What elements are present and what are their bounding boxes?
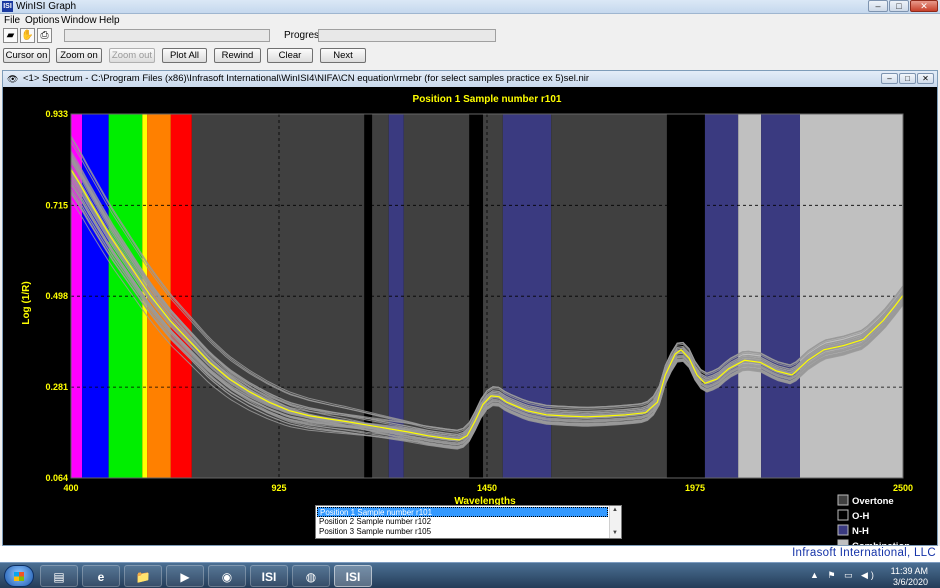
- isi-graph-icon-glyph: ISI: [345, 570, 361, 584]
- isi-app-icon-glyph: ISI: [261, 570, 277, 584]
- zoom-on-button[interactable]: Zoom on: [56, 48, 102, 63]
- spectrum-minimize-button[interactable]: –: [881, 73, 898, 84]
- y-axis-label: Log (1/R): [21, 281, 32, 324]
- legend-label: O-H: [852, 511, 870, 522]
- legend-swatch: [837, 494, 849, 506]
- system-tray: ▲ ⚑ ▭ ◀) 11:39 AM 3/6/2020: [810, 563, 940, 588]
- menu-bar: File Options Window Help: [0, 14, 940, 27]
- progress-bar: [318, 29, 496, 42]
- isi-graph-icon[interactable]: ISI: [334, 565, 372, 587]
- y-tick-label: 0.498: [45, 291, 68, 301]
- y-tick-label: 0.281: [45, 382, 68, 392]
- start-button[interactable]: [4, 565, 34, 587]
- legend-label: Combination: [852, 541, 910, 545]
- clear-button[interactable]: Clear: [267, 48, 313, 63]
- internet-explorer-icon[interactable]: e: [82, 565, 120, 587]
- spectrum-close-button[interactable]: ✕: [917, 73, 934, 84]
- scroll-up-icon[interactable]: ▲: [612, 507, 618, 513]
- y-tick-label: 0.933: [45, 109, 68, 119]
- spectrum-window: 👁 <1> Spectrum - C:\Program Files (x86)\…: [2, 70, 938, 546]
- legend-swatch: [837, 524, 849, 536]
- toolbar-top: ▰ ✋ ⎙ Progress:: [0, 27, 940, 45]
- menu-file[interactable]: File: [4, 14, 20, 27]
- tray-icons[interactable]: ▲ ⚑ ▭ ◀): [810, 570, 877, 581]
- rewind-button[interactable]: Rewind: [214, 48, 261, 63]
- status-field: [64, 29, 270, 42]
- file-manager-icon[interactable]: 📁: [124, 565, 162, 587]
- zoom-out-button[interactable]: Zoom out: [109, 48, 155, 63]
- hand-icon[interactable]: ✋: [20, 28, 35, 43]
- list-item[interactable]: Position 2 Sample number r102: [317, 517, 608, 527]
- menu-options[interactable]: Options: [25, 14, 59, 27]
- media-player-icon[interactable]: ▶: [166, 565, 204, 587]
- printer-icon[interactable]: ⎙: [37, 28, 52, 43]
- spectrum-chart[interactable]: 0.064 0.281 0.498 0.715 0.933 400 925 1450 1975 2…: [3, 87, 937, 545]
- isi-app-icon[interactable]: ISI: [250, 565, 288, 587]
- legend-swatch: [837, 509, 849, 521]
- spectrum-window-title: <1> Spectrum - C:\Program Files (x86)\In…: [23, 73, 589, 84]
- app-title-bar: ISI WinISI Graph – □ ✕: [0, 0, 940, 14]
- app-title: WinISI Graph: [16, 1, 77, 12]
- x-tick-label: 925: [271, 483, 286, 493]
- chrome-icon[interactable]: ◉: [208, 565, 246, 587]
- x-tick-label: 1975: [685, 483, 705, 493]
- taskbar: ▤ e 📁 ▶ ◉ ISI ◍ ISI ▲ ⚑ ▭ ◀) 11:39 AM 3/6/2020: [0, 562, 940, 588]
- network-icon-glyph: ◍: [305, 570, 317, 584]
- y-tick-label: 0.715: [45, 200, 68, 210]
- spectrum-title-bar: 👁 <1> Spectrum - C:\Program Files (x86)\…: [3, 71, 937, 87]
- eye-icon: 👁: [7, 74, 19, 84]
- media-player-icon-glyph: ▶: [180, 570, 190, 584]
- maximize-button[interactable]: □: [889, 0, 909, 12]
- explorer-icon-glyph: ▤: [53, 570, 65, 584]
- open-folder-icon[interactable]: ▰: [3, 28, 18, 43]
- x-tick-label: 2500: [893, 483, 913, 493]
- company-name: Infrasoft International, LLC: [792, 547, 936, 559]
- x-tick-label: 400: [63, 483, 78, 493]
- toolbar-buttons: Cursor on Zoom on Zoom out Plot All Rewi…: [0, 47, 940, 65]
- cursor-on-button[interactable]: Cursor on: [3, 48, 50, 63]
- scroll-down-icon[interactable]: ▼: [612, 530, 618, 536]
- plot-all-button[interactable]: Plot All: [162, 48, 207, 63]
- close-button[interactable]: ✕: [910, 0, 938, 12]
- network-icon[interactable]: ◍: [292, 565, 330, 587]
- legend-label: N-H: [852, 526, 869, 537]
- legend-label: Overtone: [852, 496, 894, 507]
- explorer-icon[interactable]: ▤: [40, 565, 78, 587]
- spectrum-maximize-button[interactable]: □: [899, 73, 916, 84]
- minimize-button[interactable]: –: [868, 0, 888, 12]
- chrome-icon-glyph: ◉: [221, 570, 233, 584]
- next-button[interactable]: Next: [320, 48, 366, 63]
- list-item[interactable]: Position 1 Sample number r101: [317, 507, 608, 517]
- internet-explorer-icon-glyph: e: [97, 570, 105, 584]
- clock-time[interactable]: 11:39 AM: [891, 566, 928, 576]
- y-tick-label: 0.064: [45, 473, 68, 483]
- listbox-scrollbar[interactable]: ▲ ▼: [609, 506, 621, 538]
- chart-title: Position 1 Sample number r101: [413, 94, 562, 105]
- sample-listbox[interactable]: Position 1 Sample number r101 Position 2…: [315, 505, 622, 539]
- menu-window[interactable]: Window: [61, 14, 97, 27]
- x-tick-label: 1450: [477, 483, 497, 493]
- clock-date[interactable]: 3/6/2020: [893, 577, 928, 587]
- footer: Infrasoft International, LLC: [0, 546, 940, 562]
- file-manager-icon-glyph: 📁: [135, 570, 151, 584]
- winisi-app-icon: ISI: [2, 1, 13, 12]
- list-item[interactable]: Position 3 Sample number r105: [317, 527, 608, 537]
- legend-swatch: [837, 539, 849, 545]
- menu-help[interactable]: Help: [99, 14, 120, 27]
